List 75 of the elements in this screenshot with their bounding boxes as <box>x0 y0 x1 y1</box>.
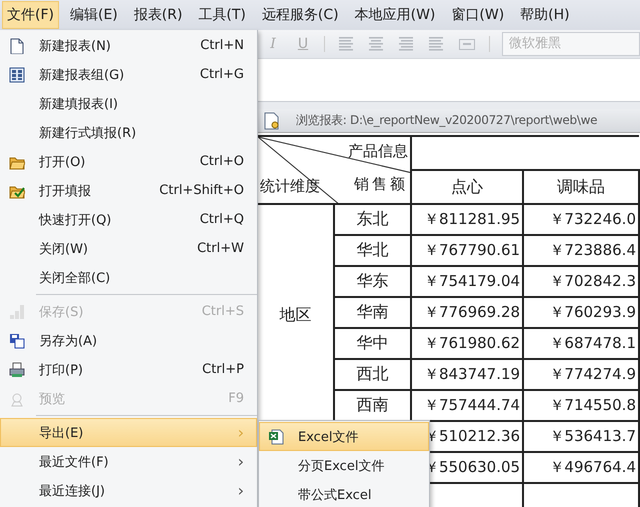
menu-item[interactable]: 窗口(W) <box>446 1 510 29</box>
shortcut-text: Ctrl+S <box>202 304 244 319</box>
table-cell: ￥776969.28 <box>411 297 524 328</box>
table-cell: 西北 <box>334 359 412 390</box>
spreadsheet-icon <box>268 428 284 444</box>
menu-item[interactable]: 最近文件(F) › <box>0 447 257 476</box>
table-cell: ￥496764.4 <box>523 452 639 483</box>
justify-icon <box>429 37 443 51</box>
table-cell: ￥702842.3 <box>523 266 639 297</box>
menu-item[interactable]: 新建报表组(G) Ctrl+G <box>0 60 257 89</box>
table-cell: ￥687478.1 <box>523 328 639 359</box>
table-cell: ￥767790.61 <box>411 235 524 266</box>
column-header: 调味品 <box>523 170 639 204</box>
menu-item[interactable]: 快速打开(Q) Ctrl+Q <box>0 205 257 234</box>
table-cell: 东北 <box>334 204 412 235</box>
menu-item[interactable]: 打开填报 Ctrl+Shift+O <box>0 176 257 205</box>
align-right-icon <box>399 37 413 51</box>
grid-icon <box>9 66 25 82</box>
table-cell: 华北 <box>334 235 412 266</box>
table-cell: ￥843747.19 <box>411 359 524 390</box>
column-header: 点心 <box>411 170 524 204</box>
indent-icon <box>459 37 475 51</box>
report-icon <box>264 112 280 130</box>
table-cell: 华中 <box>334 328 412 359</box>
shortcut-text: Ctrl+W <box>197 241 244 256</box>
menu-item[interactable]: 工具(T) <box>193 1 251 29</box>
table-cell: ￥774274.9 <box>523 359 639 390</box>
document-icon <box>9 38 25 54</box>
shortcut-text: Ctrl+Shift+O <box>159 183 244 198</box>
align-center-icon <box>369 37 383 51</box>
menu-item[interactable]: 关闭(W) Ctrl+W <box>0 234 257 263</box>
shortcut-text: Ctrl+N <box>200 38 244 53</box>
shortcut-text: F9 <box>228 391 244 406</box>
menu-item[interactable]: 最近连接(J) › <box>0 476 257 505</box>
menu-item[interactable]: 打开(O) Ctrl+O <box>0 147 257 176</box>
table-cell: ￥723886.4 <box>523 235 639 266</box>
menu-item[interactable]: 本地应用(W) <box>350 1 440 29</box>
menu-item[interactable]: 远程服务(C) <box>256 1 344 29</box>
table-cell: 华南 <box>334 297 412 328</box>
table-cell: ￥811281.95 <box>411 204 524 235</box>
menu-item[interactable]: 带公式Excel <box>259 480 429 507</box>
table-cell: 华东 <box>334 266 412 297</box>
submenu-arrow-icon: › <box>238 481 244 500</box>
menu-item[interactable]: Excel文件 <box>259 422 429 451</box>
table-cell: ￥714550.8 <box>523 390 639 421</box>
menu-item[interactable]: 打印(P) Ctrl+P <box>0 355 257 384</box>
menu-item[interactable]: 关闭全部(C) <box>0 263 257 292</box>
table-cell: ￥536413.7 <box>523 421 639 452</box>
floppy-disks-icon <box>9 332 25 348</box>
printer-icon <box>9 362 25 378</box>
window-title: 浏览报表: D:\e_reportNew_v20200727\report\web\we <box>296 112 598 129</box>
menu-item[interactable]: 新建报表(N) Ctrl+N <box>0 31 257 60</box>
menu-item[interactable]: 另存为(A) <box>0 326 257 355</box>
menu-item[interactable]: 编辑(E) <box>64 1 123 29</box>
menu-item[interactable]: 新建填报表(I) <box>0 89 257 118</box>
header-text: 统计维度 <box>260 177 320 196</box>
shortcut-text: Ctrl+G <box>200 67 244 82</box>
menu-item[interactable]: 文件(F) <box>2 1 59 29</box>
menu-item[interactable]: 报表(R) <box>128 1 188 29</box>
preview-icon <box>9 390 25 406</box>
submenu-arrow-icon: › <box>238 452 244 471</box>
header-text: 产品信息 <box>348 142 408 161</box>
shortcut-text: Ctrl+Q <box>200 212 244 227</box>
table-cell: ￥732246.0 <box>523 204 639 235</box>
table-cell: ￥754179.04 <box>411 266 524 297</box>
menu-item[interactable]: 导出(E) › <box>0 418 257 447</box>
submenu-arrow-icon: › <box>238 423 244 442</box>
menu-item[interactable]: 帮助(H) <box>515 1 575 29</box>
align-left-icon <box>339 37 353 51</box>
table-cell: ￥761980.62 <box>411 328 524 359</box>
table-cell: ￥760293.9 <box>523 297 639 328</box>
header-text: 销售额 <box>354 175 408 194</box>
menu-item[interactable]: 新建行式填报(R) <box>0 118 257 147</box>
shortcut-text: Ctrl+P <box>202 362 244 377</box>
shortcut-text: Ctrl+O <box>200 154 244 169</box>
